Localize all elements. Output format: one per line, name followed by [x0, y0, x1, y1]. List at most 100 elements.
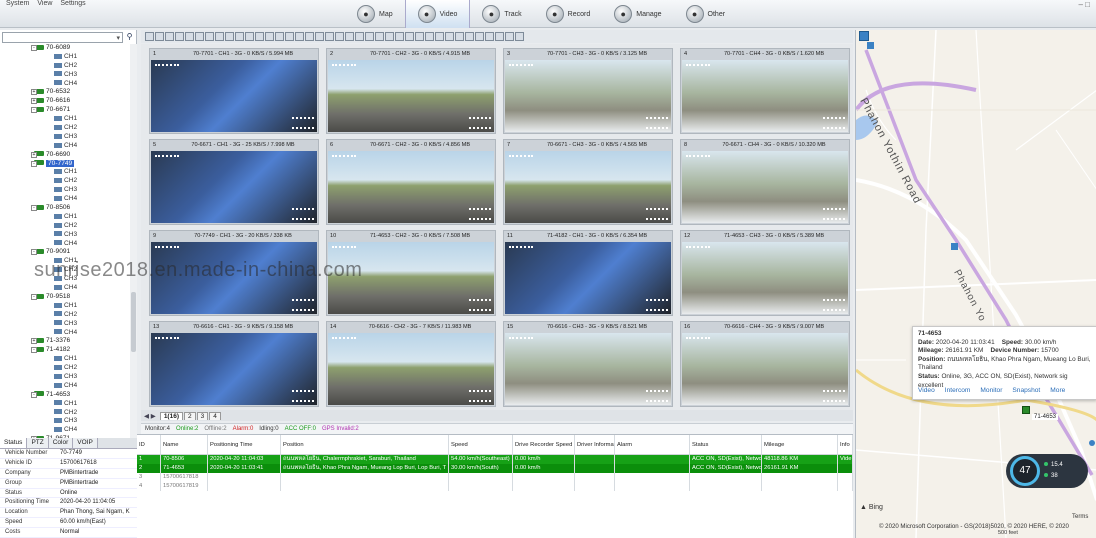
layout-button[interactable]: [235, 32, 244, 41]
video-feed[interactable]: [151, 151, 317, 223]
video-tile[interactable]: 5 70-6671 - CH1 - 3G - 25 KB/S / 7.998 MB: [149, 139, 319, 225]
video-feed[interactable]: [682, 333, 848, 405]
tab-ptz[interactable]: PTZ: [27, 438, 49, 448]
page-tab[interactable]: 1(16): [159, 411, 183, 420]
layout-button[interactable]: [475, 32, 484, 41]
column-header[interactable]: Alarm: [615, 435, 690, 454]
tree-channel[interactable]: CH1: [0, 168, 130, 177]
video-feed[interactable]: [682, 151, 848, 223]
popup-link-snapshot[interactable]: Snapshot: [1012, 387, 1040, 396]
expand-toggle-icon[interactable]: -: [31, 205, 37, 212]
layout-button[interactable]: [205, 32, 214, 41]
video-tile[interactable]: 13 70-6616 - CH1 - 3G - 9 KB/S / 9.158 MB: [149, 321, 319, 407]
layout-button[interactable]: [285, 32, 294, 41]
expand-toggle-icon[interactable]: -: [31, 45, 37, 51]
video-feed[interactable]: [505, 242, 671, 314]
video-feed[interactable]: [328, 333, 494, 405]
tree-channel[interactable]: CH2: [0, 409, 130, 418]
tree-channel[interactable]: CH3: [0, 373, 130, 382]
layout-button[interactable]: [145, 32, 154, 41]
module-other[interactable]: ● Other: [674, 0, 738, 28]
layout-button[interactable]: [305, 32, 314, 41]
video-tile[interactable]: 1 70-7701 - CH1 - 3G - 0 KB/S / 5.994 MB: [149, 48, 319, 134]
video-tile[interactable]: 12 71-4653 - CH3 - 3G - 0 KB/S / 5.389 MB: [680, 230, 850, 316]
tree-channel[interactable]: CH4: [0, 142, 130, 151]
layout-button[interactable]: [245, 32, 254, 41]
tree-device[interactable]: - 70-8506: [0, 204, 130, 213]
layout-button[interactable]: [465, 32, 474, 41]
layout-button[interactable]: [455, 32, 464, 41]
tree-channel[interactable]: CH2: [0, 177, 130, 186]
layout-button[interactable]: [185, 32, 194, 41]
layout-button[interactable]: [505, 32, 514, 41]
tree-channel[interactable]: CH2: [0, 311, 130, 320]
layout-button[interactable]: [375, 32, 384, 41]
layout-button[interactable]: [345, 32, 354, 41]
tree-channel[interactable]: CH3: [0, 417, 130, 426]
tree-channel[interactable]: CH4: [0, 284, 130, 293]
tree-channel[interactable]: CH2: [0, 62, 130, 71]
layout-button[interactable]: [255, 32, 264, 41]
expand-toggle-icon[interactable]: -: [31, 391, 37, 398]
video-tile[interactable]: 2 70-7701 - CH2 - 3G - 0 KB/S / 4.915 MB: [326, 48, 496, 134]
video-feed[interactable]: [682, 60, 848, 132]
tree-channel[interactable]: CH4: [0, 80, 130, 89]
module-map[interactable]: ● Map: [345, 0, 405, 28]
map-panel[interactable]: Phahon Yothin Road Phahon Yo 71-4653 Dat…: [855, 30, 1096, 538]
layout-button[interactable]: [355, 32, 364, 41]
column-header[interactable]: Positioning Time: [208, 435, 281, 454]
layout-button[interactable]: [225, 32, 234, 41]
video-tile[interactable]: 6 70-6671 - CH2 - 3G - 0 KB/S / 4.856 MB: [326, 139, 496, 225]
tree-channel[interactable]: CH4: [0, 195, 130, 204]
module-record[interactable]: ● Record: [534, 0, 603, 28]
tree-device[interactable]: +70-6690: [0, 151, 130, 160]
video-feed[interactable]: [682, 242, 848, 314]
layout-button[interactable]: [265, 32, 274, 41]
popup-link-monitor[interactable]: Monitor: [980, 387, 1002, 396]
expand-toggle-icon[interactable]: -: [31, 160, 37, 167]
layout-button[interactable]: [415, 32, 424, 41]
tree-device[interactable]: - 70-6089: [0, 44, 130, 53]
popup-link-intercom[interactable]: Intercom: [945, 387, 971, 396]
tree-channel[interactable]: CH3: [0, 133, 130, 142]
tree-channel[interactable]: CH3: [0, 71, 130, 80]
tree-channel[interactable]: CH1: [0, 213, 130, 222]
video-tile[interactable]: 14 70-6616 - CH2 - 3G - 7 KB/S / 11.983 M…: [326, 321, 496, 407]
summary-item[interactable]: Offline:2: [204, 426, 226, 432]
expand-toggle-icon[interactable]: +: [31, 98, 37, 105]
layout-button[interactable]: [515, 32, 524, 41]
tree-device[interactable]: - 71-4182: [0, 346, 130, 355]
tree-channel[interactable]: CH4: [0, 240, 130, 249]
terms-link[interactable]: Terms: [1072, 514, 1088, 520]
tree-channel[interactable]: CH1: [0, 115, 130, 124]
expand-toggle-icon[interactable]: -: [31, 347, 37, 354]
tree-device[interactable]: - 70-6671: [0, 106, 130, 115]
tab-color[interactable]: Color: [48, 438, 74, 448]
video-feed[interactable]: [328, 151, 494, 223]
tree-channel[interactable]: CH1: [0, 400, 130, 409]
video-tile[interactable]: 15 70-6616 - CH3 - 3G - 9 KB/S / 8.521 MB: [503, 321, 673, 407]
module-manage[interactable]: ● Manage: [602, 0, 673, 28]
column-header[interactable]: ID: [137, 435, 161, 454]
tree-channel[interactable]: CH1: [0, 53, 130, 62]
layout-button[interactable]: [425, 32, 434, 41]
expand-toggle-icon[interactable]: -: [31, 249, 37, 256]
layout-button[interactable]: [175, 32, 184, 41]
page-nav-arrows[interactable]: ◀ ▶: [141, 412, 159, 420]
video-tile[interactable]: 4 70-7701 - CH4 - 3G - 0 KB/S / 1.620 MB: [680, 48, 850, 134]
summary-item[interactable]: ACC OFF:0: [285, 426, 316, 432]
page-tab[interactable]: 2: [184, 411, 196, 420]
scrollbar-thumb[interactable]: [131, 292, 136, 352]
tab-status[interactable]: Status: [0, 438, 28, 448]
summary-item[interactable]: Monitor:4: [145, 426, 170, 432]
layout-button[interactable]: [405, 32, 414, 41]
tree-scrollbar[interactable]: [130, 44, 137, 438]
column-header[interactable]: Status: [690, 435, 762, 454]
video-feed[interactable]: [151, 333, 317, 405]
tree-search-input[interactable]: ▾: [2, 32, 123, 43]
tree-device[interactable]: - 71-4653: [0, 391, 130, 400]
tree-device[interactable]: +70-6532: [0, 88, 130, 97]
tree-device[interactable]: - 70-7749: [0, 159, 130, 169]
tree-device[interactable]: - 70-9518: [0, 293, 130, 302]
layout-button[interactable]: [315, 32, 324, 41]
